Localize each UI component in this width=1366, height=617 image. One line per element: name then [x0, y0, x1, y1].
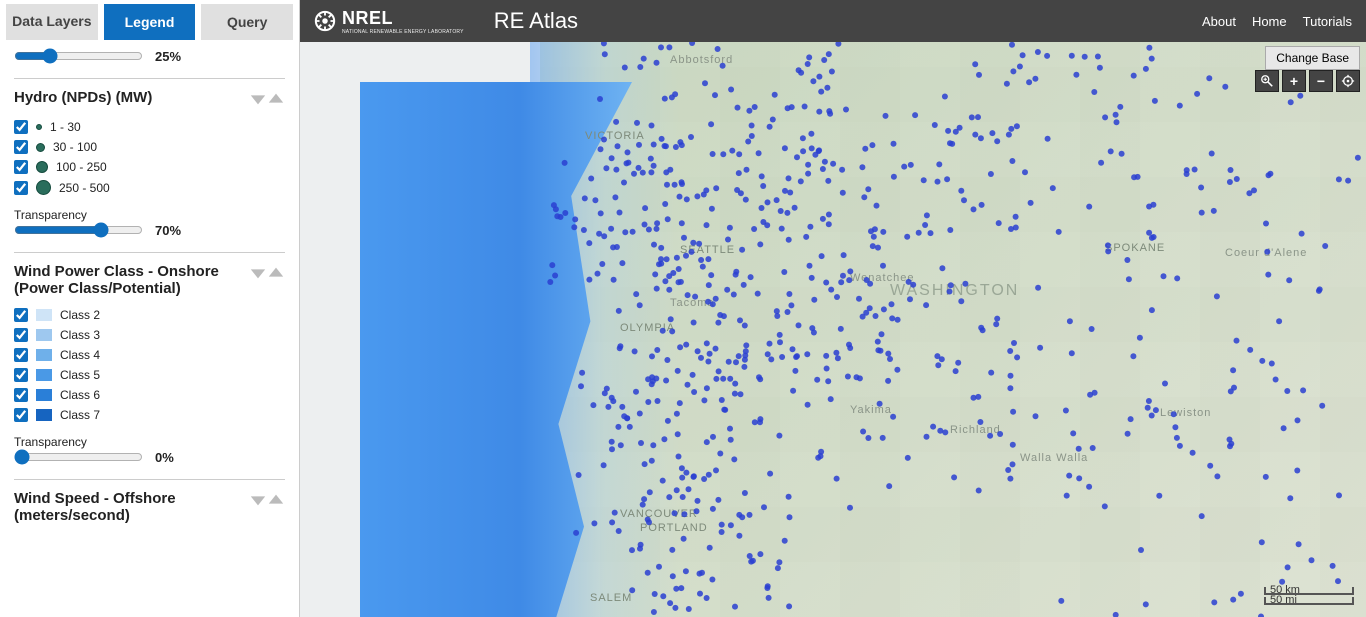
layer-block-wind-offshore: Wind Speed - Offshore (meters/second) [14, 479, 285, 546]
map-label-wenatchee: Wenatchee [850, 272, 914, 284]
move-up-icon[interactable] [267, 490, 285, 510]
app-title: RE Atlas [494, 8, 578, 34]
layer-block-prev: 25% [14, 44, 285, 78]
legend-checkbox[interactable] [14, 181, 28, 195]
zoom-region-button[interactable] [1255, 70, 1279, 92]
legend-checkbox[interactable] [14, 348, 28, 362]
legend-label: 250 - 500 [59, 181, 110, 195]
legend-label: Class 2 [60, 308, 100, 322]
layer-title-hydro: Hydro (NPDs) (MW) [14, 89, 152, 106]
nrel-mark-icon [314, 10, 336, 32]
swatch-icon [36, 409, 52, 421]
transparency-value-prev: 25% [155, 49, 181, 64]
transparency-slider-prev[interactable] [14, 48, 143, 64]
sidebar: Data Layers Legend Query 25% Hydro (NPDs… [0, 0, 300, 617]
reorder-arrows [249, 263, 285, 283]
dot-icon [36, 124, 42, 130]
map-label-vancouver: VANCOUVER [620, 508, 698, 520]
map-label-coeur: Coeur d'Alene [1225, 247, 1307, 259]
legend-checkbox[interactable] [14, 308, 28, 322]
move-up-icon[interactable] [267, 89, 285, 109]
dot-icon [36, 180, 51, 195]
map-label-olympia: OLYMPIA [620, 322, 675, 334]
move-down-icon[interactable] [249, 89, 267, 109]
top-bar: NREL NATIONAL RENEWABLE ENERGY LABORATOR… [300, 0, 1366, 42]
move-up-icon[interactable] [267, 263, 285, 283]
map-label-walla: Walla Walla [1020, 452, 1088, 464]
swatch-icon [36, 329, 52, 341]
map-label-salem: SALEM [590, 592, 632, 604]
legend-label: Class 3 [60, 328, 100, 342]
legend-checkbox[interactable] [14, 408, 28, 422]
legend-checkbox[interactable] [14, 140, 28, 154]
legend-label: Class 7 [60, 408, 100, 422]
map-label-tacoma: Tacoma [670, 297, 715, 309]
map-label-yakima: Yakima [850, 404, 892, 416]
legend-label: Class 4 [60, 348, 100, 362]
tab-data-layers[interactable]: Data Layers [6, 4, 98, 40]
basemap: WASHINGTON VICTORIA Abbotsford SEATTLE T… [300, 42, 1366, 617]
transparency-label: Transparency [14, 435, 285, 449]
dot-icon [36, 161, 48, 173]
legend-label: 1 - 30 [50, 120, 81, 134]
tab-legend[interactable]: Legend [104, 4, 196, 40]
legend-label: Class 5 [60, 368, 100, 382]
dot-icon [36, 143, 45, 152]
brand-text: NREL [342, 8, 393, 28]
map[interactable]: NREL NATIONAL RENEWABLE ENERGY LABORATOR… [300, 0, 1366, 617]
map-label-richland: Richland [950, 424, 1001, 436]
swatch-icon [36, 389, 52, 401]
legend-label: Class 6 [60, 388, 100, 402]
layer-block-hydro: Hydro (NPDs) (MW) 1 - 30 30 - 100 100 - … [14, 78, 285, 252]
move-down-icon[interactable] [249, 263, 267, 283]
map-label-spokane: SPOKANE [1105, 242, 1165, 254]
reorder-arrows [249, 89, 285, 109]
transparency-label: Transparency [14, 208, 285, 222]
legend-checkbox[interactable] [14, 388, 28, 402]
legend-label: 100 - 250 [56, 160, 107, 174]
change-base-button[interactable]: Change Base [1265, 46, 1360, 70]
scale-mi: 50 mi [1270, 594, 1297, 606]
transparency-slider-wind-onshore[interactable] [14, 449, 143, 465]
layer-block-wind-onshore: Wind Power Class - Onshore (Power Class/… [14, 252, 285, 479]
legend-checkbox[interactable] [14, 328, 28, 342]
legend-panel[interactable]: 25% Hydro (NPDs) (MW) 1 - 30 30 - 100 10… [0, 44, 299, 617]
map-label-victoria: VICTORIA [585, 130, 645, 142]
zoom-out-button[interactable]: − [1309, 70, 1333, 92]
map-label-seattle: SEATTLE [680, 244, 735, 256]
tabs: Data Layers Legend Query [0, 0, 299, 44]
legend-checkbox[interactable] [14, 120, 28, 134]
map-label-lewiston: Lewiston [1160, 407, 1211, 419]
swatch-icon [36, 349, 52, 361]
tab-query[interactable]: Query [201, 4, 293, 40]
nav-home[interactable]: Home [1252, 14, 1287, 29]
transparency-slider-hydro[interactable] [14, 222, 143, 238]
map-label-state: WASHINGTON [890, 282, 1019, 300]
move-down-icon[interactable] [249, 490, 267, 510]
nrel-logo: NREL NATIONAL RENEWABLE ENERGY LABORATOR… [314, 8, 464, 35]
transparency-value-wind-onshore: 0% [155, 450, 174, 465]
legend-checkbox[interactable] [14, 368, 28, 382]
layer-title-wind-offshore: Wind Speed - Offshore (meters/second) [14, 490, 234, 524]
map-label-portland: PORTLAND [640, 522, 708, 534]
layer-title-wind-onshore: Wind Power Class - Onshore (Power Class/… [14, 263, 234, 297]
zoom-in-button[interactable]: + [1282, 70, 1306, 92]
swatch-icon [36, 369, 52, 381]
transparency-value-hydro: 70% [155, 223, 181, 238]
nav-tutorials[interactable]: Tutorials [1303, 14, 1352, 29]
legend-checkbox[interactable] [14, 160, 28, 174]
zoom-controls: + − [1255, 70, 1360, 92]
reorder-arrows [249, 490, 285, 510]
scale-bar: 50 km 50 mi [1264, 587, 1354, 607]
locate-button[interactable] [1336, 70, 1360, 92]
nav-about[interactable]: About [1202, 14, 1236, 29]
top-nav: About Home Tutorials [1202, 14, 1352, 29]
brand-subtext: NATIONAL RENEWABLE ENERGY LABORATORY [342, 29, 464, 35]
legend-label: 30 - 100 [53, 140, 97, 154]
swatch-icon [36, 309, 52, 321]
map-label-abbotsford: Abbotsford [670, 54, 733, 66]
